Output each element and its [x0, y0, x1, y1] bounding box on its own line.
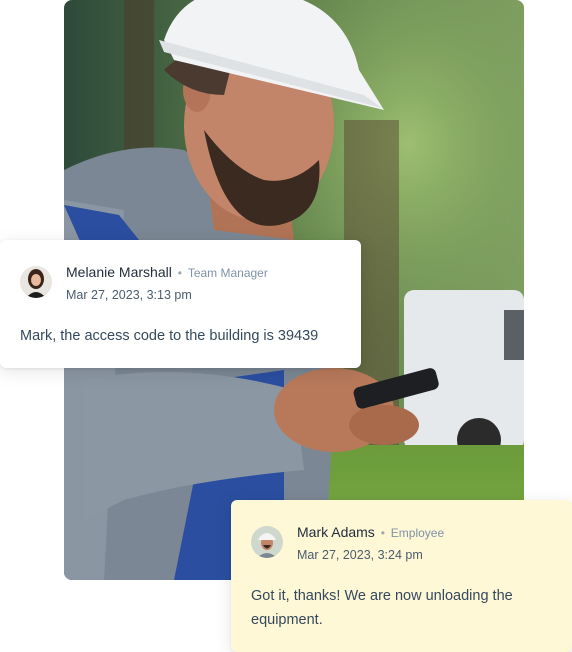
message-timestamp: Mar 27, 2023, 3:13 pm [66, 288, 192, 302]
separator-dot: • [177, 266, 182, 280]
chat-reply-card: Mark Adams • Employee Mar 27, 2023, 3:24… [231, 500, 572, 652]
message-text: Got it, thanks! We are now unloading the… [251, 588, 513, 628]
sender-role: Team Manager [187, 266, 268, 280]
sender-line: Melanie Marshall • Team Manager [66, 264, 268, 280]
message-text: Mark, the access code to the building is… [20, 328, 319, 344]
sender-name: Mark Adams [297, 524, 375, 540]
sender-name: Melanie Marshall [66, 264, 172, 280]
avatar-mark [251, 526, 283, 558]
sender-line: Mark Adams • Employee [297, 524, 444, 540]
chat-showcase: Melanie Marshall • Team Manager Mar 27, … [0, 0, 572, 652]
separator-dot: • [380, 526, 385, 540]
sender-role: Employee [390, 526, 445, 540]
chat-message-card: Melanie Marshall • Team Manager Mar 27, … [0, 240, 361, 368]
message-timestamp: Mar 27, 2023, 3:24 pm [297, 548, 423, 562]
avatar-melanie [20, 266, 52, 298]
